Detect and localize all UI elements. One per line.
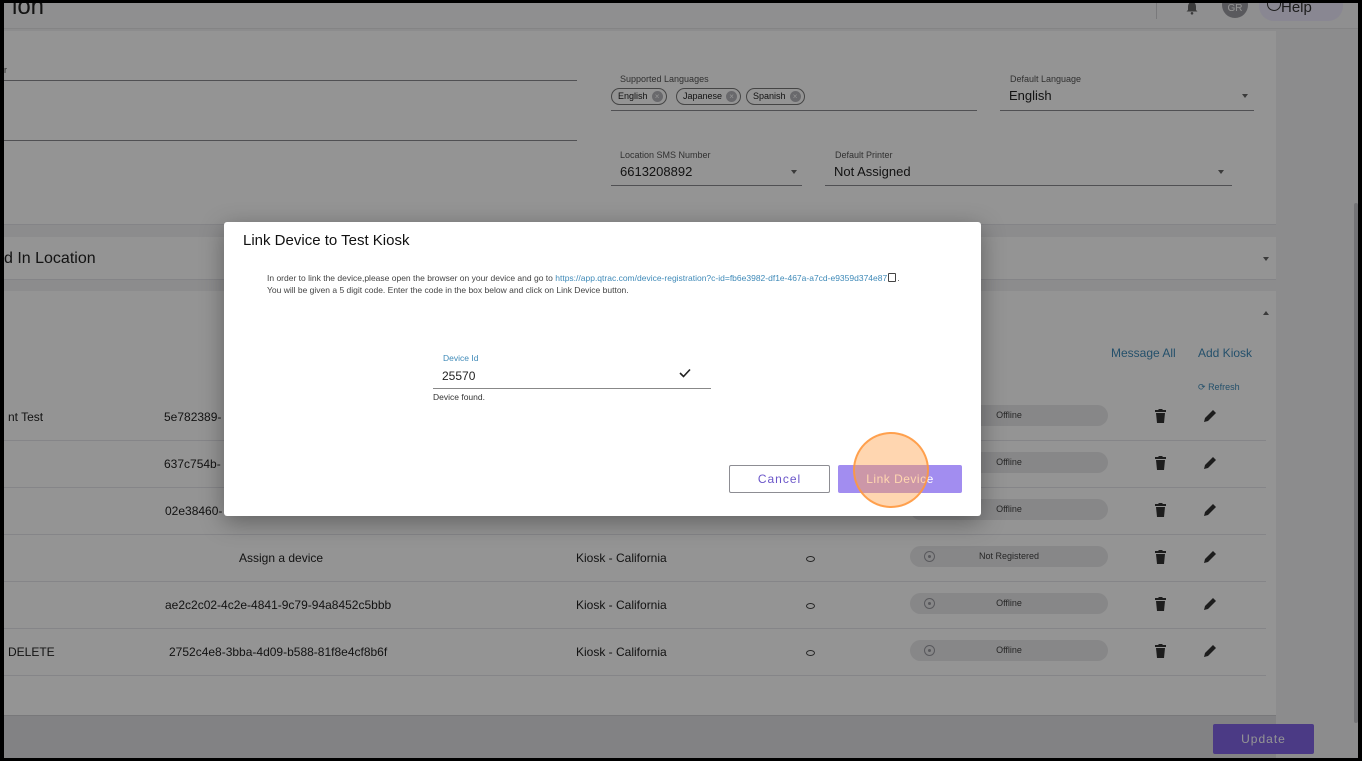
cancel-button[interactable]: Cancel — [729, 465, 830, 493]
copy-icon[interactable] — [888, 273, 897, 282]
dialog-instructions: In order to link the device,please open … — [267, 272, 907, 296]
dialog-title: Link Device to Test Kiosk — [243, 232, 410, 249]
app-window: ion GR Help r Supported Languages Englis… — [4, 3, 1358, 758]
registration-url-link[interactable]: https://app.qtrac.com/device-registratio… — [555, 273, 887, 283]
device-id-underline — [433, 388, 711, 389]
device-found-helper: Device found. — [433, 392, 485, 402]
instructions-prefix: In order to link the device,please open … — [267, 273, 556, 283]
device-id-label: Device Id — [443, 353, 479, 363]
checkmark-icon — [679, 368, 691, 378]
click-highlight — [853, 432, 929, 508]
device-id-input[interactable]: 25570 — [442, 369, 475, 383]
